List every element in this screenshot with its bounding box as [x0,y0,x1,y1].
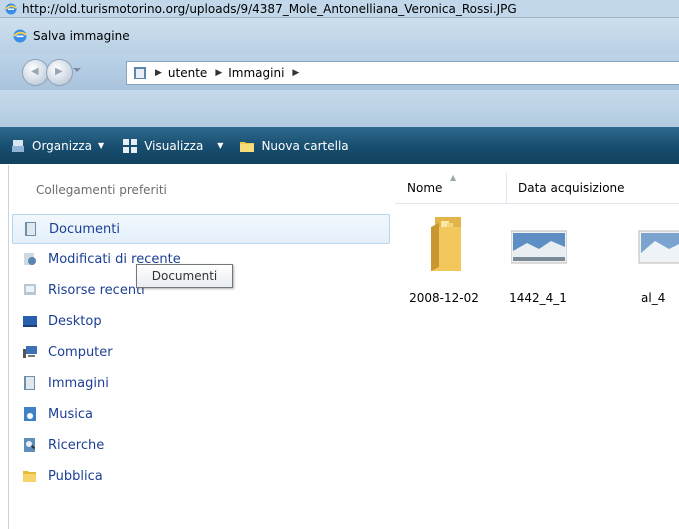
address-bar[interactable]: ▶ utente ▶ Immagini ▶ [126,61,679,85]
music-icon [24,407,36,421]
chevron-right-icon[interactable]: ▶ [155,68,162,78]
file-item-image[interactable]: 1442_4_1 [493,203,583,323]
documents-icon [25,222,36,236]
browser-title-text: http://old.turismotorino.org/uploads/9/4… [22,1,517,16]
desktop-icon [23,316,37,327]
favorite-links-pane: Collegamenti preferiti Documenti Modific… [8,165,396,529]
public-folder-icon [23,471,36,482]
sidebar-item-computer[interactable]: Computer [12,338,388,366]
folder-icon [431,217,461,271]
sidebar-item-label: Desktop [48,313,102,329]
column-header-row: Nome ▲ Data acquisizione [395,173,679,204]
organize-label: Organizza [32,138,93,153]
forward-arrow-icon: ▶ [55,66,63,77]
sidebar-item-label: Documenti [49,221,120,237]
sidebar-item-label: Computer [48,344,113,360]
file-list-pane: Nome ▲ Data acquisizione 2008-12-02 1442… [395,165,679,529]
sidebar-item-label: Pubblica [48,468,103,484]
sidebar-item-label: Ricerche [48,437,105,453]
view-label: Visualizza [144,138,204,153]
dialog-title-bar: Salva immagine [0,18,679,54]
views-icon [123,138,138,153]
file-item-folder[interactable]: 2008-12-02 [399,203,489,323]
breadcrumb-user[interactable]: utente [168,66,207,80]
new-folder-icon [240,141,255,152]
chevron-down-icon: ▼ [98,141,105,150]
navigation-bar: ◀ ▶ ▶ utente ▶ Immagini ▶ [0,54,679,90]
sidebar-item-music[interactable]: Musica [12,400,388,428]
folder-location-icon [134,67,146,79]
forward-button[interactable]: ▶ [46,59,73,86]
tooltip: Documenti [136,264,233,288]
header-background [0,90,679,127]
recent-pages-dropdown[interactable] [73,68,81,72]
organize-button[interactable]: Organizza ▼ [10,138,104,154]
sidebar-item-searches[interactable]: Ricerche [12,431,388,459]
new-folder-button[interactable]: Nuova cartella [239,138,349,154]
view-button[interactable]: Visualizza ▼ [122,138,223,154]
computer-icon [23,346,37,358]
file-name: 2008-12-02 [409,291,479,305]
sidebar-item-label: Musica [48,406,93,422]
sidebar-item-label: Risorse recenti [48,282,145,298]
favorite-links-header: Collegamenti preferiti [36,183,167,197]
file-name: 1442_4_1 [509,291,567,305]
dialog-title: Salva immagine [33,29,130,43]
column-header-date-taken[interactable]: Data acquisizione [507,173,679,203]
column-date-label: Data acquisizione [518,181,625,195]
file-item-image[interactable]: al_4 [607,203,679,323]
organize-icon [12,139,24,152]
sidebar-item-public[interactable]: Pubblica [12,462,388,490]
chevron-right-icon[interactable]: ▶ [292,68,299,78]
sidebar-item-pictures[interactable]: Immagini [12,369,388,397]
pictures-icon [24,376,35,390]
image-thumbnail-icon [638,230,679,264]
sort-ascending-icon: ▲ [450,173,457,182]
sidebar-item-desktop[interactable]: Desktop [12,307,388,335]
back-arrow-icon: ◀ [31,66,39,77]
searches-icon [24,438,36,452]
column-header-name[interactable]: Nome ▲ [395,173,507,203]
back-button[interactable]: ◀ [22,59,49,86]
breadcrumb-pictures[interactable]: Immagini [228,66,284,80]
chevron-down-icon: ▼ [217,141,224,150]
new-folder-label: Nuova cartella [261,138,349,153]
sidebar-item-label: Immagini [48,375,109,391]
sidebar-item-documents[interactable]: Documenti [12,214,390,244]
recent-changes-icon [24,253,36,265]
recent-places-icon [24,284,36,295]
image-thumbnail-icon [511,230,567,264]
command-toolbar: Organizza ▼ Visualizza ▼ Nuova cartella [0,127,679,164]
internet-explorer-icon [5,3,17,14]
column-name-label: Nome [407,181,443,195]
chevron-right-icon[interactable]: ▶ [215,68,222,78]
browser-title-bar: http://old.turismotorino.org/uploads/9/4… [0,0,679,18]
file-name: al_4 [641,291,666,305]
internet-explorer-icon [13,29,27,43]
